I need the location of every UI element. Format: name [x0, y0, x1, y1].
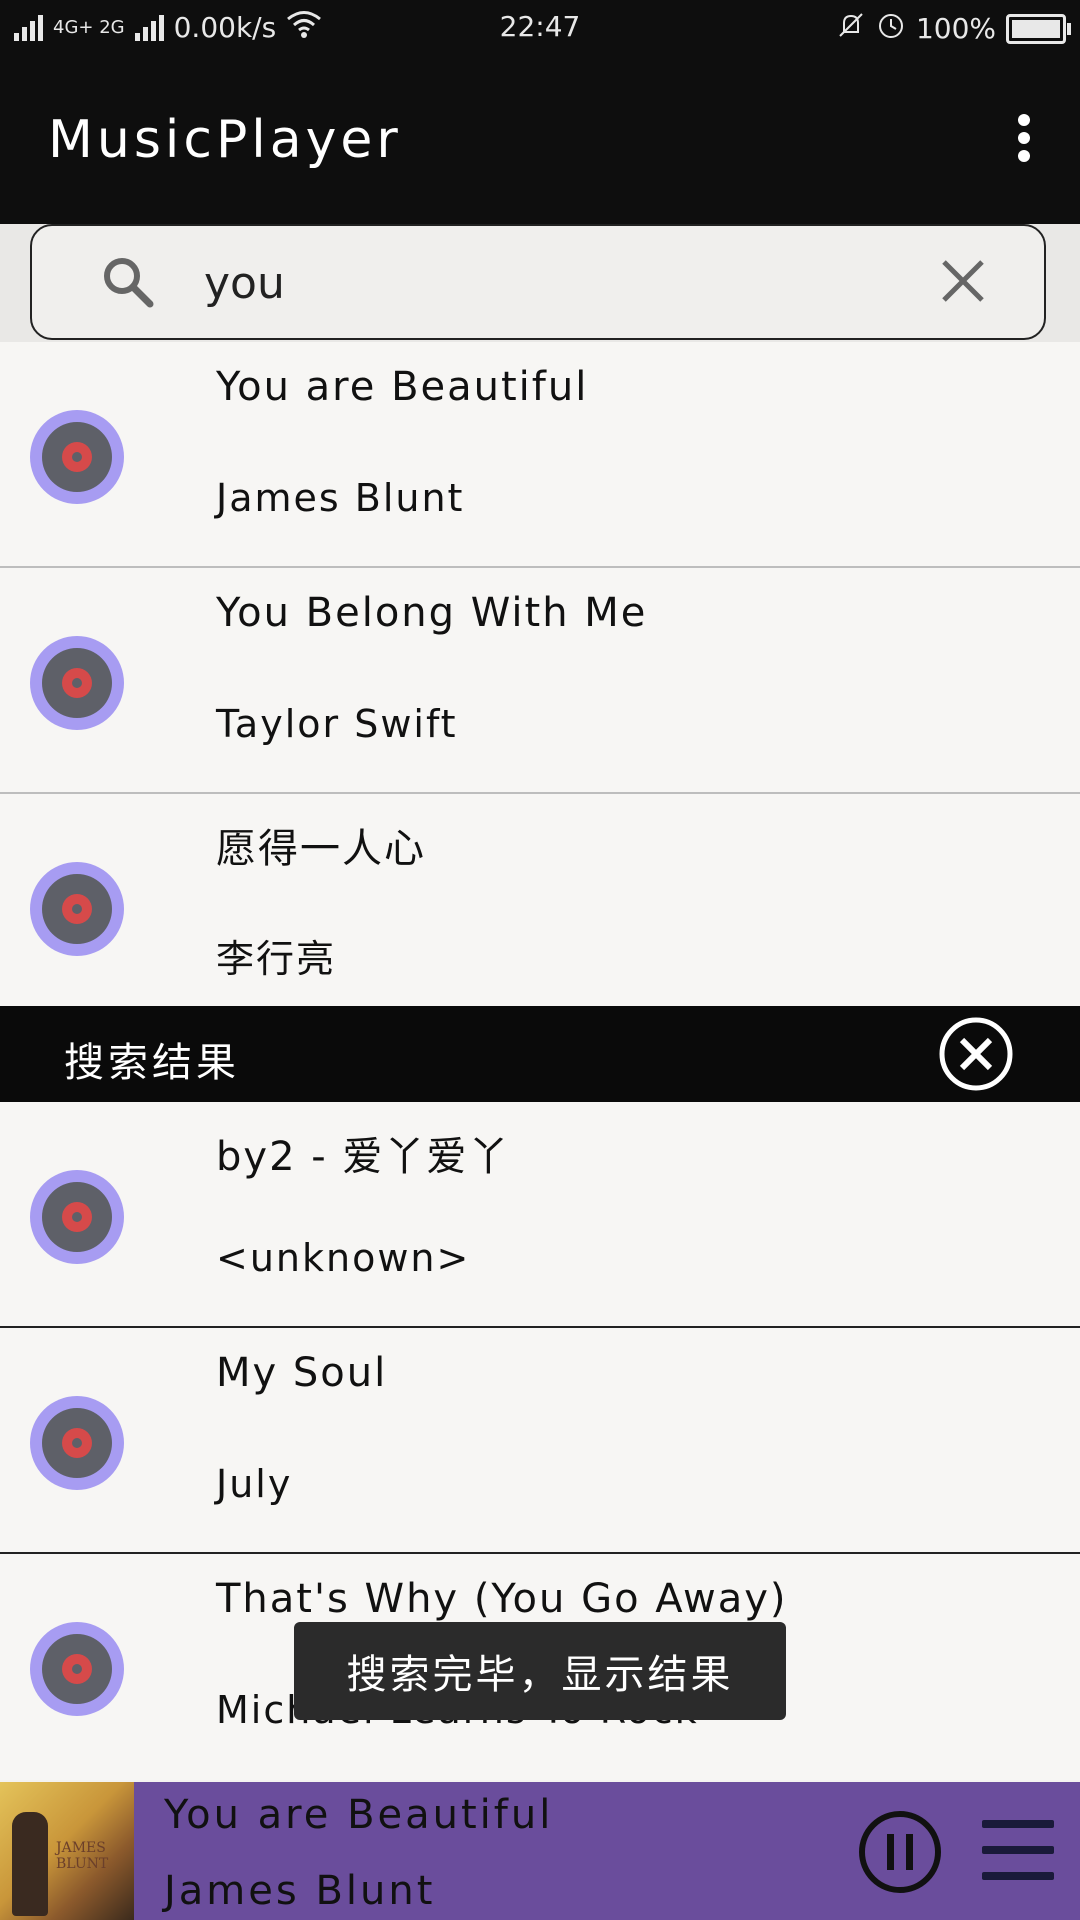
song-title: by2 - 爱丫爱丫 — [216, 1134, 511, 1180]
song-title: 愿得一人心 — [216, 826, 426, 872]
now-playing-artist: James Blunt — [164, 1868, 436, 1914]
alarm-icon — [876, 10, 906, 47]
search-icon — [104, 258, 154, 308]
vinyl-disc-icon — [30, 1396, 124, 1490]
battery-percent: 100% — [915, 12, 996, 45]
list-item[interactable]: You Belong With Me Taylor Swift — [0, 568, 1080, 794]
now-playing-bar[interactable]: JAMES BLUNT You are Beautiful James Blun… — [0, 1782, 1080, 1920]
vinyl-disc-icon — [30, 1622, 124, 1716]
app-title: MusicPlayer — [48, 110, 402, 170]
song-artist: <unknown> — [216, 1236, 471, 1280]
app-bar: MusicPlayer — [0, 54, 1080, 224]
search-input[interactable] — [202, 250, 906, 316]
song-title: You are Beautiful — [216, 364, 589, 410]
status-bar: 4G+ 2G 0.00k/s 22:47 100% — [0, 0, 1080, 54]
search-results-list: You are Beautiful James Blunt You Belong… — [0, 342, 1080, 1006]
menu-icon[interactable] — [982, 1820, 1054, 1882]
album-cover[interactable]: JAMES BLUNT — [0, 1782, 134, 1920]
toast-message: 搜索完毕，显示结果 — [294, 1622, 786, 1720]
list-item[interactable]: by2 - 爱丫爱丫 <unknown> — [0, 1102, 1080, 1328]
vinyl-disc-icon — [30, 410, 124, 504]
album-cover-text: JAMES BLUNT — [56, 1840, 109, 1872]
vinyl-disc-icon — [30, 862, 124, 956]
list-item[interactable]: 愿得一人心 李行亮 — [0, 794, 1080, 1006]
mute-icon — [836, 10, 866, 47]
vinyl-disc-icon — [30, 1170, 124, 1264]
pause-icon[interactable] — [858, 1810, 942, 1894]
close-icon[interactable] — [938, 256, 988, 306]
song-title: You Belong With Me — [216, 590, 648, 636]
more-vert-icon[interactable] — [1006, 114, 1042, 164]
battery-icon — [1006, 13, 1071, 44]
list-item[interactable]: You are Beautiful James Blunt — [0, 342, 1080, 568]
search-results-label: 搜索结果 — [64, 1040, 240, 1086]
list-item[interactable]: My Soul July — [0, 1328, 1080, 1554]
search-area — [0, 224, 1080, 344]
vinyl-disc-icon — [30, 636, 124, 730]
circle-close-icon[interactable] — [938, 1016, 1014, 1092]
song-artist: July — [216, 1462, 293, 1506]
search-results-bar: 搜索结果 — [0, 1006, 1080, 1102]
song-title: That's Why (You Go Away) — [216, 1576, 788, 1622]
song-title: My Soul — [216, 1350, 388, 1396]
now-playing-title: You are Beautiful — [164, 1792, 554, 1838]
song-artist: Taylor Swift — [216, 702, 458, 746]
search-box[interactable] — [30, 224, 1046, 340]
song-artist: James Blunt — [216, 476, 465, 520]
song-artist: 李行亮 — [216, 937, 337, 981]
